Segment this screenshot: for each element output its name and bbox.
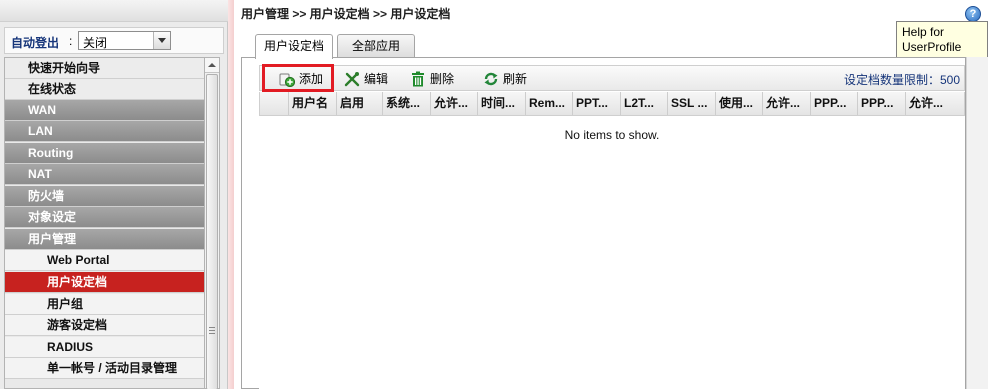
add-button-label: 添加 [299,72,324,86]
menu-item-label: 单一帐号 / 活动目录管理 [47,361,178,375]
edit-button-label: 编辑 [364,72,389,86]
empty-table-message: No items to show. [564,128,660,142]
profile-limit-value: 500 [939,73,960,87]
profile-limit: 设定档数量限制：500 [844,71,960,88]
column-header[interactable]: 允许... [762,92,810,115]
menu-item-label: 用户管理 [28,232,77,246]
menu-item[interactable]: 游客设定档 [5,315,204,336]
menu-item[interactable]: 用户组 [5,294,204,315]
column-header[interactable]: 系统... [382,92,430,115]
column-header[interactable]: PPP... [810,92,857,115]
column-header[interactable]: Rem... [525,92,572,115]
edit-tools-icon [344,72,360,87]
menu-item-label: 游客设定档 [47,318,108,332]
chevron-down-icon[interactable] [153,32,170,49]
refresh-button-label: 刷新 [503,72,528,86]
tab-bar: 用户设定档 全部应用 [241,32,988,59]
menu-item[interactable]: 对象设定 [5,207,204,228]
breadcrumb: 用户管理 >> 用户设定档 >> 用户设定档 [241,7,451,21]
right-gutter [966,57,988,389]
menu-item[interactable]: 单一帐号 / 活动目录管理 [5,358,204,379]
pane-splitter[interactable] [228,0,234,389]
content-panel: 添加 编辑 删除 刷新 设定档数量限制：500 用户名 启用 系统... 允许.… [241,57,966,389]
menu-item[interactable]: 在线状态 [5,79,204,100]
delete-button[interactable]: 删除 [410,69,460,89]
add-button[interactable]: 添加 [279,69,329,89]
auto-logout-select-value: 关闭 [83,36,108,50]
profile-limit-label: 设定档数量限制： [843,73,940,87]
menu-item[interactable]: LAN [5,121,204,142]
menu-item-label: Web Portal [47,253,110,267]
auto-logout-select[interactable]: 关闭 [78,31,171,50]
column-header[interactable]: 允许... [905,92,953,115]
refresh-button[interactable]: 刷新 [483,69,533,89]
toolbar: 添加 编辑 删除 刷新 设定档数量限制：500 [259,64,965,92]
column-header[interactable]: 用户名 [288,92,336,115]
scroll-thumb[interactable] [206,74,218,389]
menu-item-label: LAN [28,124,53,138]
menu-item-label: 快速开始向导 [28,61,101,75]
menu-item[interactable]: 防火墙 [5,186,204,207]
tab-user-profile[interactable]: 用户设定档 [255,34,333,59]
refresh-icon [484,72,498,86]
menu-item[interactable]: Routing [5,143,204,164]
column-header[interactable]: 允许... [430,92,477,115]
menu-item-label: 用户设定档 [47,275,108,289]
menu-item-label: 对象设定 [28,210,77,224]
auto-logout-colon: : [69,34,73,48]
table-checkbox-column[interactable] [260,92,288,115]
column-header[interactable]: L2T... [620,92,667,115]
table-body: No items to show. [259,116,965,389]
menu-item[interactable]: 快速开始向导 [5,58,204,79]
grip-icon [209,327,215,334]
column-header[interactable]: 使用... [715,92,762,115]
menu-item-label: WAN [28,103,56,117]
column-header[interactable]: PPT... [572,92,620,115]
menu-item[interactable]: 用户设定档 [5,272,204,293]
sidebar-top-strip [0,0,228,22]
trash-icon [412,71,424,87]
menu-item[interactable]: 用户管理 [5,229,204,250]
sidebar: 自动登出 : 关闭 快速开始向导 在线状态 WAN LAN Routing NA… [0,0,228,389]
tab-apply-all[interactable]: 全部应用 [337,34,415,58]
sidebar-menu: 快速开始向导 在线状态 WAN LAN Routing NAT 防火墙 对象设定… [4,57,205,389]
menu-item-label: 在线状态 [28,82,77,96]
menu-item-label: NAT [28,167,52,181]
table-header: 用户名 启用 系统... 允许... 时间... Rem... PPT... L… [259,92,965,116]
menu-item-label: 用户组 [47,297,84,311]
sidebar-scrollbar[interactable] [205,57,220,389]
menu-item-label: 防火墙 [28,189,65,203]
auto-logout-label: 自动登出 [11,36,60,50]
column-header[interactable]: 启用 [336,92,382,115]
menu-item[interactable]: NAT [5,164,204,185]
scroll-up-arrow-icon[interactable] [205,58,219,73]
add-icon [279,73,295,87]
menu-item[interactable]: Web Portal [5,250,204,271]
menu-item-label: RADIUS [47,340,94,354]
help-icon[interactable]: ? [965,6,981,22]
column-header[interactable]: PPP... [857,92,905,115]
auto-logout-box: 自动登出 : 关闭 [4,27,224,54]
column-header[interactable]: SSL ... [667,92,715,115]
delete-button-label: 删除 [430,72,455,86]
column-header[interactable]: 时间... [477,92,525,115]
menu-item-label: Routing [28,146,74,160]
menu-item[interactable]: WAN [5,100,204,121]
edit-button[interactable]: 编辑 [344,69,394,89]
menu-item[interactable]: RADIUS [5,337,204,358]
